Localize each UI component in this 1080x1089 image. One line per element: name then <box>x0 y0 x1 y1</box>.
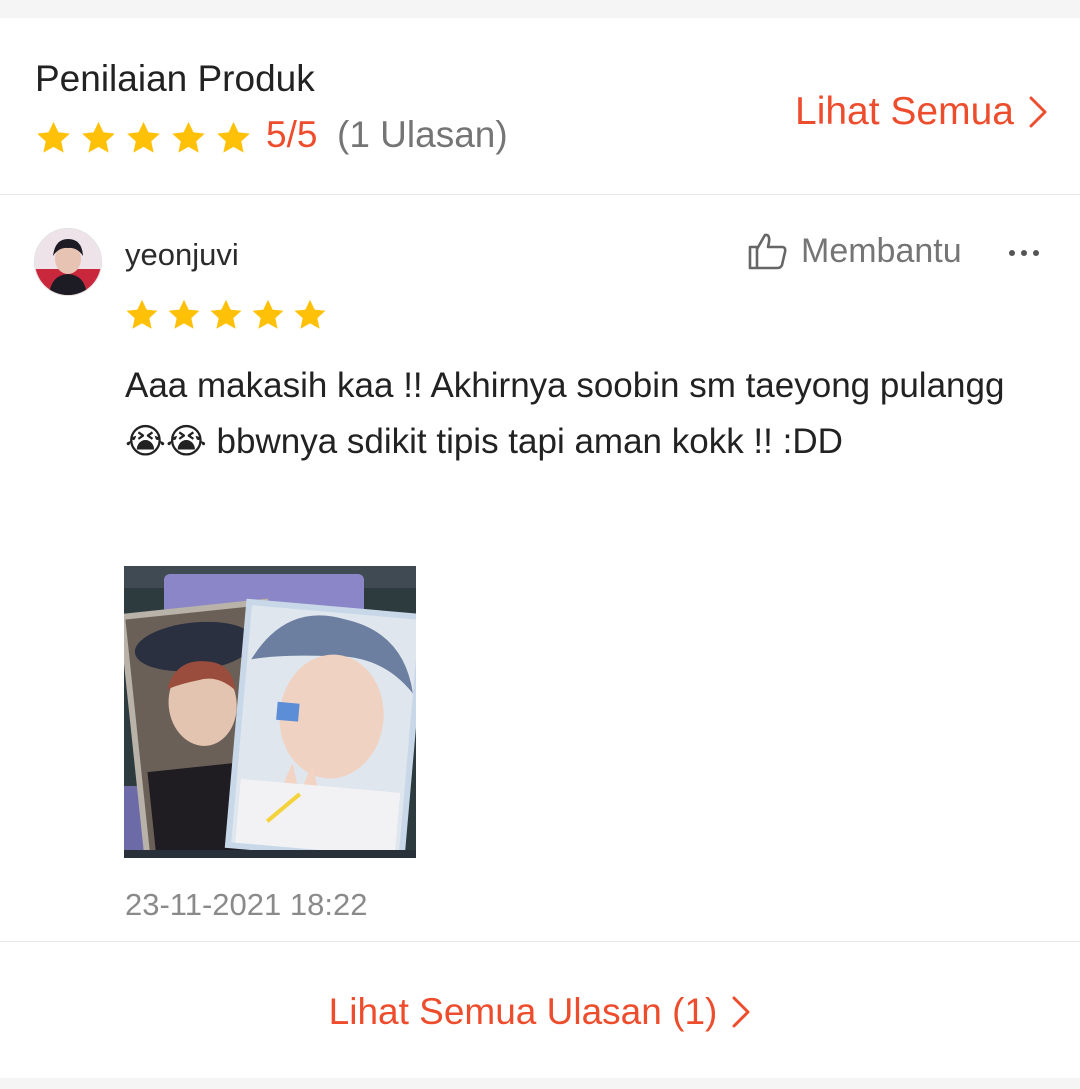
review-stars <box>123 297 329 333</box>
more-options-icon[interactable] <box>1004 235 1044 271</box>
chevron-right-icon <box>1029 96 1047 128</box>
review-item: yeonjuvi Membantu Aaa makasih kaa !! Akh… <box>0 195 1080 941</box>
more-dot <box>1033 250 1039 256</box>
reviewer-username: yeonjuvi <box>125 237 239 272</box>
rating-score: 5/5 <box>266 114 318 155</box>
see-all-button[interactable]: Lihat Semua <box>795 90 1048 134</box>
chevron-right-icon <box>732 996 750 1028</box>
star-icon <box>37 121 70 153</box>
star-icon <box>168 299 200 329</box>
avatar-image <box>35 229 101 295</box>
star-icon <box>82 121 115 153</box>
rating-count: (1 Ulasan) <box>337 114 508 155</box>
product-rating-card: Penilaian Produk 5/5 (1 Ulasan) Lihat Se… <box>0 18 1080 1078</box>
star-icon <box>172 121 205 153</box>
review-photo-image <box>124 566 416 858</box>
see-all-label: Lihat Semua <box>795 90 1014 133</box>
see-all-reviews-button[interactable]: Lihat Semua Ulasan (1) <box>0 991 1080 1033</box>
star-icon <box>252 299 284 329</box>
rating-summary: Penilaian Produk 5/5 (1 Ulasan) Lihat Se… <box>0 18 1080 195</box>
helpful-label: Membantu <box>801 231 962 270</box>
rating-stars <box>33 119 254 157</box>
more-dot <box>1009 250 1015 256</box>
review-footer: Lihat Semua Ulasan (1) <box>0 941 1080 1079</box>
star-icon <box>210 299 242 329</box>
helpful-button[interactable]: Membantu <box>747 230 962 272</box>
thumbs-up-icon <box>748 233 787 270</box>
star-icon <box>126 299 158 329</box>
star-icon <box>294 299 326 329</box>
section-title: Penilaian Produk <box>35 58 315 99</box>
more-dot <box>1021 250 1027 256</box>
user-avatar[interactable] <box>34 228 102 296</box>
review-timestamp: 23-11-2021 18:22 <box>125 887 368 922</box>
star-icon <box>217 121 250 153</box>
review-photo[interactable] <box>124 566 416 858</box>
star-icon <box>127 121 160 153</box>
review-text: Aaa makasih kaa !! Akhirnya soobin sm ta… <box>125 366 1005 461</box>
see-all-reviews-label: Lihat Semua Ulasan (1) <box>328 991 718 1032</box>
